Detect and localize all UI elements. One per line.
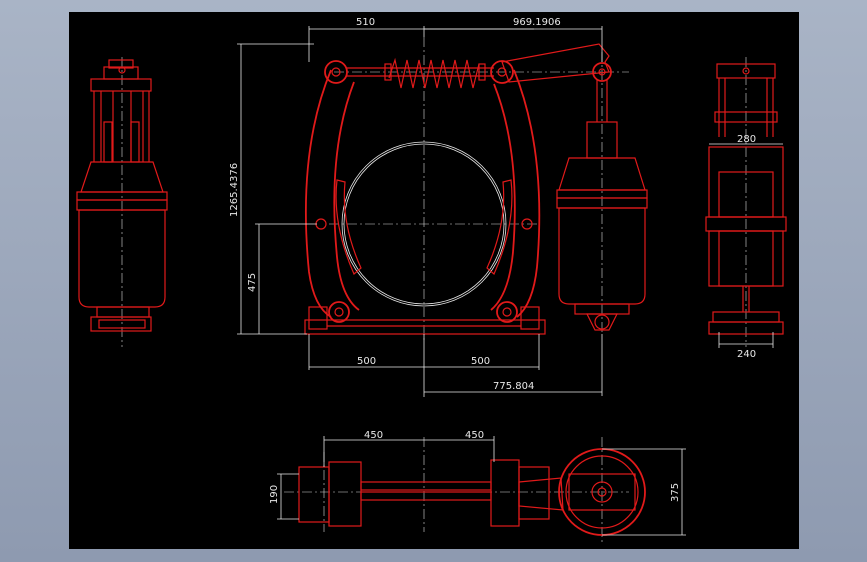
right-side-view: [705, 57, 787, 348]
left-side-view: [76, 57, 168, 347]
dim-side-lower: 240: [737, 349, 756, 360]
dim-top-right: 969.1906: [513, 17, 561, 28]
bottom-plan-view: [277, 436, 686, 542]
dim-bottom-height: 190: [269, 485, 280, 504]
dim-bottom-right: 450: [465, 430, 484, 441]
dim-base-right: 500: [471, 356, 490, 367]
dim-right-offset: 775.804: [493, 381, 534, 392]
dim-top-left: 510: [356, 17, 375, 28]
cad-drawing-canvas: 510 969.1906 1265.4376 475 500 500 775.8…: [69, 12, 799, 549]
cad-drawing: 510 969.1906 1265.4376 475 500 500 775.8…: [76, 17, 787, 542]
dim-bottom-left: 450: [364, 430, 383, 441]
front-view: [237, 26, 648, 397]
dim-total-height: 1265.4376: [229, 163, 240, 217]
dim-base-left: 500: [357, 356, 376, 367]
dim-center-height: 475: [247, 273, 258, 292]
dim-side-upper: 280: [737, 134, 756, 145]
dim-wheel-height: 375: [670, 483, 681, 502]
